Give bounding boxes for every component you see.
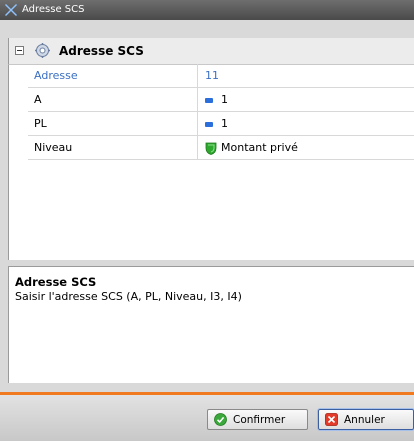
cancel-button[interactable]: Annuler (317, 408, 414, 431)
value-chip-icon (205, 121, 213, 127)
property-name: PL (28, 112, 198, 135)
property-name: A (28, 88, 198, 111)
property-value[interactable]: 1 (205, 112, 228, 135)
description-text: Saisir l'adresse SCS (A, PL, Niveau, I3,… (15, 290, 242, 303)
green-shield-icon (205, 142, 217, 155)
collapse-toggle[interactable] (15, 46, 24, 55)
check-icon (214, 413, 227, 426)
gear-icon (35, 43, 50, 58)
property-row-adresse[interactable]: Adresse 11 (28, 64, 414, 88)
app-icon (5, 4, 17, 16)
property-name: Niveau (28, 136, 198, 159)
title-bar: Adresse SCS (0, 0, 414, 20)
property-row-pl[interactable]: PL 1 (28, 112, 414, 136)
cancel-label: Annuler (344, 413, 385, 426)
property-row-niveau[interactable]: Niveau Montant privé (28, 136, 414, 160)
confirm-label: Confirmer (233, 413, 286, 426)
property-group-header[interactable]: Adresse SCS (8, 38, 414, 65)
close-icon (325, 413, 338, 426)
window-title: Adresse SCS (22, 4, 85, 15)
property-name: Adresse (28, 64, 198, 87)
property-value[interactable]: Montant privé (205, 136, 298, 159)
confirm-button[interactable]: Confirmer (207, 409, 308, 430)
property-value[interactable]: 1 (205, 88, 228, 111)
property-row-a[interactable]: A 1 (28, 88, 414, 112)
property-grid: Adresse 11 A 1 PL 1 Niveau Montant privé (28, 64, 414, 160)
group-title: Adresse SCS (59, 44, 144, 58)
value-chip-icon (205, 97, 213, 103)
property-value[interactable]: 11 (205, 64, 219, 87)
description-title: Adresse SCS (15, 275, 97, 289)
description-panel: Adresse SCS Saisir l'adresse SCS (A, PL,… (8, 266, 414, 383)
